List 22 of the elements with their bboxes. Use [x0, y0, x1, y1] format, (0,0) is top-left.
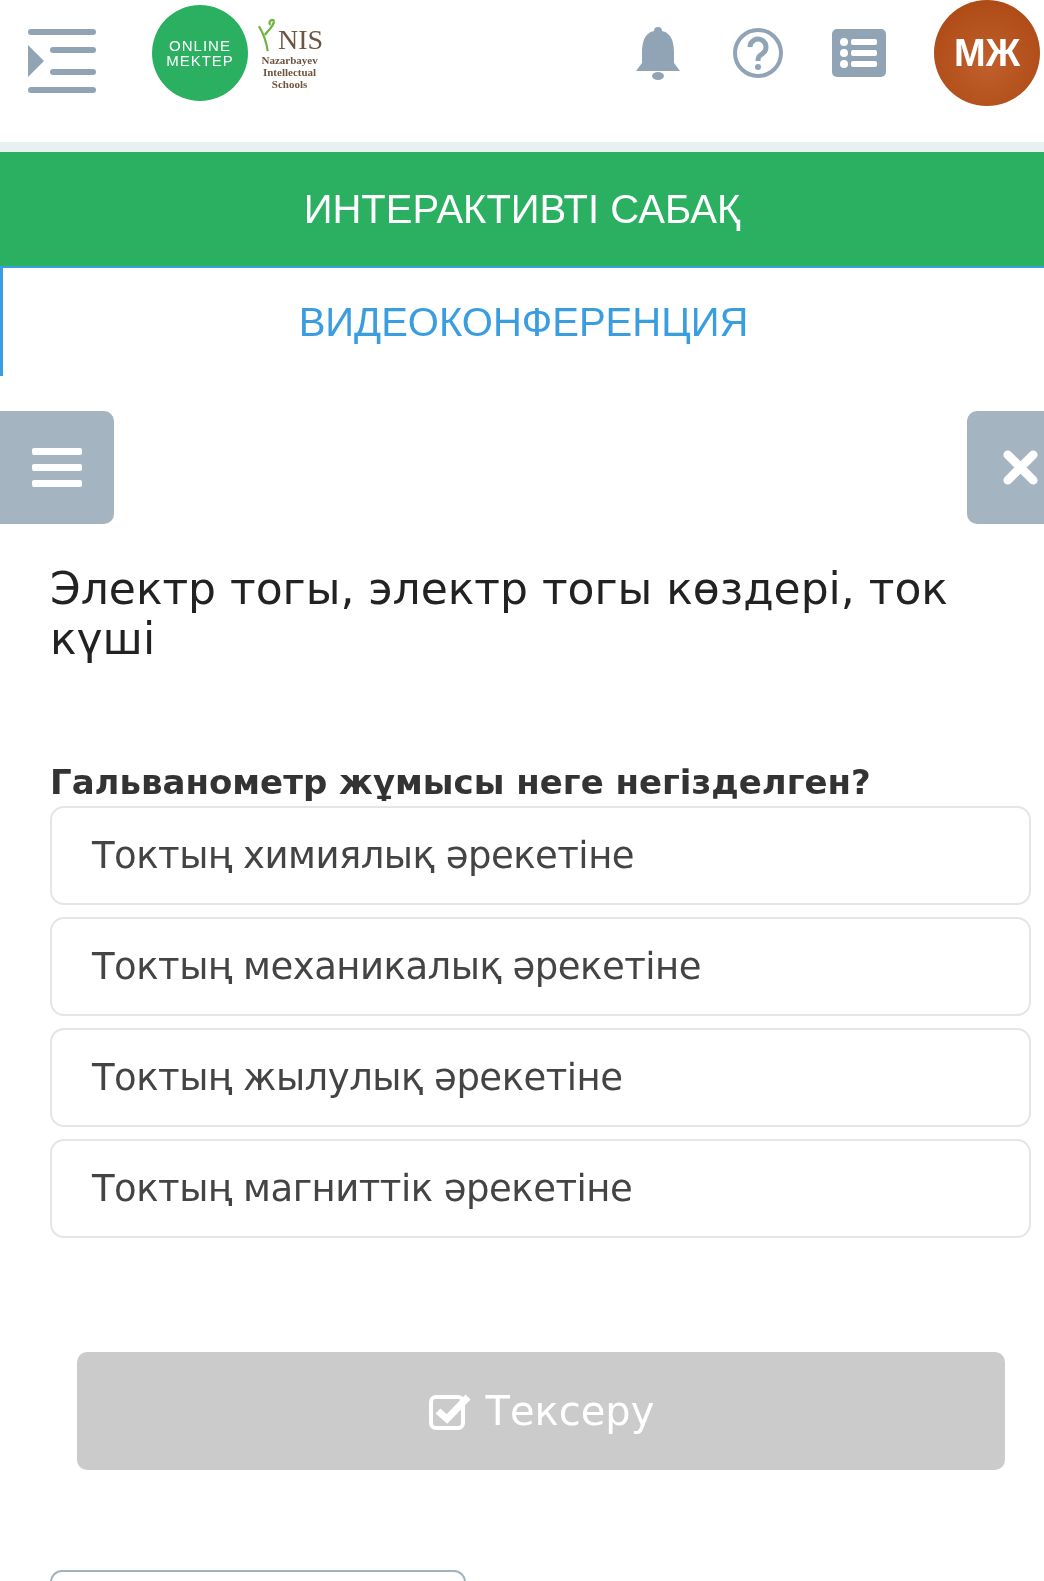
- close-icon: [1003, 447, 1038, 488]
- lesson-title: Электр тогы, электр тогы көздері, ток күші: [50, 564, 949, 664]
- logo-caption: Schools: [271, 78, 308, 90]
- close-button[interactable]: [967, 411, 1044, 524]
- logo-caption: Intellectual: [262, 66, 317, 78]
- answer-option[interactable]: Токтың химиялық әрекетіне: [50, 806, 1031, 905]
- answer-option[interactable]: Токтың механикалық әрекетіне: [50, 917, 1031, 1016]
- logo-text: ONLINE: [169, 38, 231, 53]
- menu-icon[interactable]: [28, 29, 96, 93]
- list-icon[interactable]: [832, 29, 886, 77]
- user-avatar[interactable]: МЖ: [934, 0, 1040, 106]
- answer-option[interactable]: Токтың жылулық әрекетіне: [50, 1028, 1031, 1127]
- menu-icon: [32, 447, 82, 488]
- help-icon[interactable]: [732, 27, 784, 79]
- question-text: Гальванометр жұмысы неге негізделген?: [50, 762, 872, 802]
- sprout-icon: [256, 16, 278, 54]
- menu-button[interactable]: [0, 411, 114, 524]
- logo-text: MEKTEP: [166, 53, 234, 68]
- bell-icon[interactable]: [634, 25, 682, 81]
- logo-text: NIS: [278, 26, 324, 54]
- logo-caption: Nazarbayev: [261, 54, 318, 66]
- answer-option[interactable]: Токтың магниттік әрекетіне: [50, 1139, 1031, 1238]
